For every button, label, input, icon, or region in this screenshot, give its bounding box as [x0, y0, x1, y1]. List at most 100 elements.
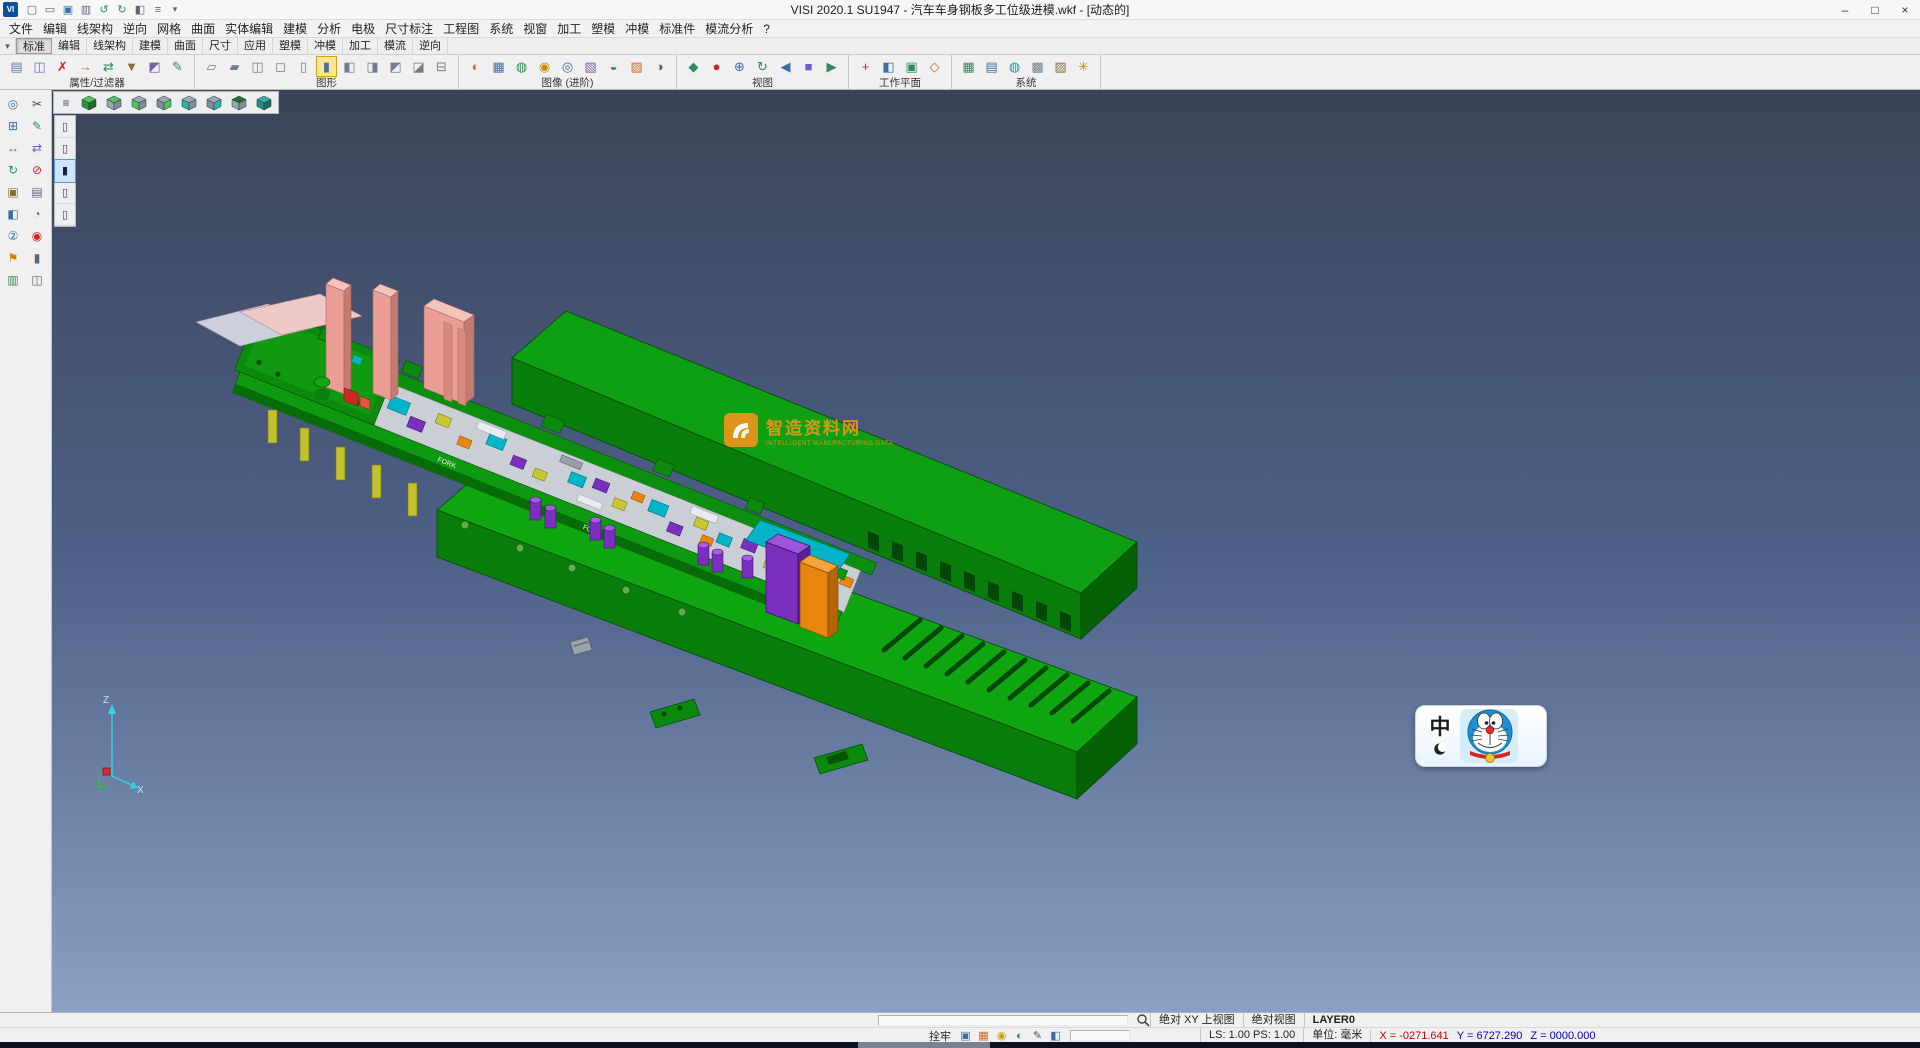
viewport-3d[interactable]: FORK FORK — [52, 90, 1920, 1012]
color-palette-icon[interactable]: ▤ — [981, 56, 1002, 77]
tab-0[interactable]: 标准 — [16, 38, 52, 54]
menu-item-5[interactable]: 曲面 — [186, 20, 220, 38]
ghost-view-icon[interactable]: ◻ — [270, 56, 291, 77]
pan-icon[interactable]: ⊕ — [729, 56, 750, 77]
maximize-button[interactable]: □ — [1860, 0, 1890, 19]
quick-access-dropdown-icon[interactable]: ▾ — [168, 2, 182, 18]
open-file-icon[interactable]: ▭ — [42, 2, 58, 18]
sketch-icon[interactable]: ✎ — [26, 116, 49, 136]
reflection-icon[interactable]: ▨ — [626, 56, 647, 77]
new-file-icon[interactable]: ▢ — [24, 2, 40, 18]
cylinder-display-icon[interactable]: ▯ — [293, 56, 314, 77]
view-back[interactable] — [202, 93, 226, 113]
taskbar[interactable] — [0, 1042, 1920, 1048]
toggle-workplane-icon[interactable]: ◇ — [924, 56, 945, 77]
clip-plane-icon[interactable]: ◨ — [362, 56, 383, 77]
new-workplane-icon[interactable]: + — [855, 56, 876, 77]
background-icon[interactable]: ⊟ — [431, 56, 452, 77]
menu-item-15[interactable]: 塑模 — [586, 20, 620, 38]
cube-mode-icon[interactable]: ◧ — [1047, 1029, 1064, 1043]
mask-filter-icon[interactable]: ▼ — [121, 56, 142, 77]
close-button[interactable]: × — [1890, 0, 1920, 19]
clipboard-slot-2-icon[interactable]: ▯ — [55, 138, 75, 160]
trim-icon[interactable]: ✂ — [26, 94, 49, 114]
tab-10[interactable]: 模流 — [378, 38, 413, 54]
material-icon[interactable]: ◍ — [511, 56, 532, 77]
view-bottom[interactable] — [227, 93, 251, 113]
edit-attributes-icon[interactable]: ✎ — [167, 56, 188, 77]
copy-attributes-icon[interactable]: ◫ — [29, 56, 50, 77]
pen-icon[interactable]: ✎ — [1029, 1029, 1046, 1043]
menu-item-4[interactable]: 网格 — [152, 20, 186, 38]
search-icon[interactable] — [1136, 1013, 1150, 1027]
tab-9[interactable]: 加工 — [343, 38, 378, 54]
select-zoom-icon[interactable]: ◎ — [2, 94, 25, 114]
target-icon[interactable]: ◉ — [26, 226, 49, 246]
view-menu-icon[interactable]: ≡ — [56, 93, 76, 113]
view-cube-icon[interactable]: ◧ — [132, 2, 148, 18]
element-attributes-icon[interactable]: ▤ — [6, 56, 27, 77]
menu-item-0[interactable]: 文件 — [4, 20, 38, 38]
ime-moon-icon[interactable] — [1433, 742, 1447, 756]
camera-icon[interactable]: ◎ — [557, 56, 578, 77]
transparency-icon[interactable]: ◩ — [385, 56, 406, 77]
menu-item-16[interactable]: 冲模 — [620, 20, 654, 38]
zoom-all-icon[interactable]: ◆ — [683, 56, 704, 77]
shaded-edges-icon[interactable]: ▮ — [316, 56, 337, 77]
shadow-icon[interactable]: ◪ — [408, 56, 429, 77]
options-icon[interactable]: ≡ — [150, 2, 166, 18]
tab-4[interactable]: 曲面 — [168, 38, 203, 54]
battery-icon[interactable]: ▮ — [26, 248, 49, 268]
rotate-tool-icon[interactable]: ↻ — [2, 160, 25, 180]
contrast-icon[interactable]: ◑ — [649, 56, 670, 77]
highlight-filter-icon[interactable]: ◩ — [144, 56, 165, 77]
stamp-icon[interactable]: ▣ — [2, 182, 25, 202]
measure-icon[interactable]: ② — [2, 226, 25, 246]
tab-dropdown-icon[interactable]: ▾ — [0, 38, 16, 54]
undo-icon[interactable]: ↺ — [96, 2, 112, 18]
history-clock-icon[interactable]: ◔ — [26, 204, 49, 224]
clipboard-slot-3-icon[interactable]: ▮ — [55, 160, 75, 182]
image-mode-icon[interactable]: ▦ — [975, 1029, 992, 1043]
workplane-view-icon[interactable]: ▣ — [901, 56, 922, 77]
menu-item-8[interactable]: 分析 — [312, 20, 346, 38]
flag-icon[interactable]: ⚑ — [2, 248, 25, 268]
globe-icon[interactable]: ◍ — [1004, 56, 1025, 77]
view-front[interactable] — [127, 93, 151, 113]
light-icon[interactable]: ◉ — [534, 56, 555, 77]
rotate-view-icon[interactable]: ↻ — [752, 56, 773, 77]
render-icon[interactable]: ◐ — [465, 56, 486, 77]
tab-8[interactable]: 冲模 — [308, 38, 343, 54]
table-icon[interactable]: ▩ — [1027, 56, 1048, 77]
menu-item-18[interactable]: 模流分析 — [700, 20, 758, 38]
tab-6[interactable]: 应用 — [238, 38, 273, 54]
delete-filter-icon[interactable]: ✗ — [52, 56, 73, 77]
clipboard-slot-1-icon[interactable]: ▯ — [55, 116, 75, 138]
menu-item-6[interactable]: 实体编辑 — [220, 20, 278, 38]
tab-7[interactable]: 塑模 — [273, 38, 308, 54]
clipboard-slot-5-icon[interactable]: ▯ — [55, 204, 75, 226]
chart-icon[interactable]: ▥ — [2, 270, 25, 290]
shaded-icon[interactable]: ▰ — [224, 56, 245, 77]
save-view-icon[interactable]: ▣ — [957, 1029, 974, 1043]
ime-status-widget[interactable]: 中 — [1415, 705, 1547, 767]
tab-3[interactable]: 建模 — [133, 38, 168, 54]
menu-item-9[interactable]: 电极 — [346, 20, 380, 38]
half-shade-icon[interactable]: ◐ — [1011, 1029, 1028, 1043]
sheet-icon[interactable]: ▤ — [26, 182, 49, 202]
clipboard-icon[interactable]: ◫ — [26, 270, 49, 290]
section-view-icon[interactable]: ◧ — [339, 56, 360, 77]
clipboard-slot-4-icon[interactable]: ▯ — [55, 182, 75, 204]
tab-5[interactable]: 尺寸 — [203, 38, 238, 54]
menu-item-10[interactable]: 尺寸标注 — [380, 20, 438, 38]
view-isometric[interactable] — [77, 93, 101, 113]
menu-item-19[interactable]: ? — [758, 20, 775, 38]
minimize-button[interactable]: – — [1830, 0, 1860, 19]
tab-1[interactable]: 编辑 — [52, 38, 87, 54]
menu-item-7[interactable]: 建模 — [278, 20, 312, 38]
ime-mode-indicator[interactable]: 中 — [1430, 716, 1451, 740]
texture-icon[interactable]: ▦ — [488, 56, 509, 77]
view-right[interactable] — [152, 93, 176, 113]
grid-snap-icon[interactable]: ⊞ — [2, 116, 25, 136]
hidden-line-icon[interactable]: ◫ — [247, 56, 268, 77]
